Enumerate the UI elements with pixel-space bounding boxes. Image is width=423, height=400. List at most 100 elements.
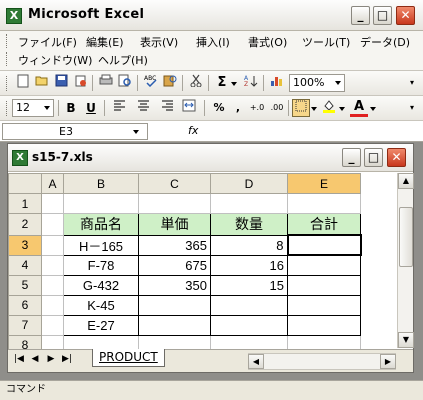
spelling-icon[interactable]: ABC bbox=[142, 74, 160, 92]
menu-edit[interactable]: 編集(E) bbox=[86, 34, 124, 50]
cell-d4[interactable]: 16 bbox=[210, 254, 288, 276]
cell-a4[interactable] bbox=[41, 254, 64, 276]
workbook-restore-button[interactable]: □ bbox=[364, 148, 383, 167]
next-sheet-icon[interactable]: ▶ bbox=[46, 354, 56, 364]
align-center-icon[interactable] bbox=[134, 99, 152, 117]
sort-ascending-icon[interactable]: AZ bbox=[242, 74, 260, 92]
open-icon[interactable] bbox=[33, 74, 51, 92]
cell-c5[interactable]: 350 bbox=[138, 274, 211, 296]
cell-c6[interactable] bbox=[138, 294, 211, 316]
cell-e7[interactable] bbox=[287, 314, 361, 336]
borders-icon[interactable] bbox=[292, 99, 310, 117]
scroll-up-icon[interactable]: ▲ bbox=[398, 173, 414, 189]
sheet-tab-product[interactable]: PRODUCT bbox=[92, 349, 165, 367]
scroll-right-icon[interactable]: ▶ bbox=[380, 354, 396, 369]
save-icon[interactable] bbox=[52, 74, 70, 92]
column-header-c[interactable]: C bbox=[138, 173, 211, 194]
menu-grip-2[interactable] bbox=[6, 52, 9, 66]
menu-view[interactable]: 表示(V) bbox=[140, 34, 178, 50]
cell-d1[interactable] bbox=[210, 193, 288, 214]
row-header[interactable]: 7 bbox=[8, 314, 42, 336]
cell-b7[interactable]: E-27 bbox=[63, 314, 139, 336]
borders-dropdown[interactable] bbox=[310, 99, 318, 117]
menu-data[interactable]: データ(D) bbox=[360, 34, 410, 50]
formula-input[interactable] bbox=[206, 123, 420, 140]
column-header-a[interactable]: A bbox=[41, 173, 64, 194]
workbook-close-button[interactable]: ✕ bbox=[387, 148, 406, 167]
cell-a3[interactable] bbox=[41, 234, 64, 256]
row-header[interactable]: 2 bbox=[8, 213, 42, 236]
fill-color-dropdown[interactable] bbox=[338, 99, 346, 117]
cell-c4[interactable]: 675 bbox=[138, 254, 211, 276]
cell-b2[interactable]: 商品名 bbox=[63, 213, 139, 236]
autosum-dropdown[interactable] bbox=[230, 74, 238, 92]
cell-e4[interactable] bbox=[287, 254, 361, 276]
cell-e2[interactable]: 合計 bbox=[287, 213, 361, 236]
name-box-dropdown-icon[interactable] bbox=[133, 130, 139, 134]
menu-format[interactable]: 書式(O) bbox=[248, 34, 287, 50]
toolbar-options-icon[interactable]: ▾ bbox=[405, 99, 419, 117]
workbook-minimize-button[interactable]: _ bbox=[342, 148, 361, 167]
cell-a1[interactable] bbox=[41, 193, 64, 214]
scroll-down-icon[interactable]: ▼ bbox=[398, 332, 414, 348]
fill-color-icon[interactable] bbox=[320, 99, 338, 117]
column-header-e[interactable]: E bbox=[287, 173, 361, 194]
cell-b6[interactable]: K-45 bbox=[63, 294, 139, 316]
minimize-button[interactable]: _ bbox=[351, 6, 370, 25]
autosum-icon[interactable]: Σ bbox=[213, 74, 231, 92]
cell-b5[interactable]: G-432 bbox=[63, 274, 139, 296]
toolbar-options-icon[interactable]: ▾ bbox=[405, 74, 419, 92]
menu-file[interactable]: ファイル(F) bbox=[18, 34, 77, 50]
maximize-button[interactable]: □ bbox=[373, 6, 392, 25]
vertical-scroll-thumb[interactable] bbox=[399, 207, 413, 267]
select-all-corner[interactable] bbox=[8, 173, 42, 194]
zoom-dropdown-icon[interactable] bbox=[335, 81, 341, 85]
cell-c1[interactable] bbox=[138, 193, 211, 214]
close-button[interactable]: ✕ bbox=[396, 6, 415, 25]
comma-style-button[interactable]: , bbox=[229, 99, 247, 117]
prev-sheet-icon[interactable]: ◀ bbox=[30, 354, 40, 364]
cell-c3[interactable]: 365 bbox=[138, 234, 211, 256]
row-header[interactable]: 6 bbox=[8, 294, 42, 316]
column-header-d[interactable]: D bbox=[210, 173, 288, 194]
cell-b3[interactable]: H－165 bbox=[63, 234, 139, 256]
cell-a2[interactable] bbox=[41, 213, 64, 236]
row-header[interactable]: 3 bbox=[8, 234, 42, 256]
cell-d5[interactable]: 15 bbox=[210, 274, 288, 296]
new-icon[interactable] bbox=[14, 74, 32, 92]
cell-b1[interactable] bbox=[63, 193, 139, 214]
name-box[interactable]: E3 bbox=[2, 123, 148, 140]
menu-tools[interactable]: ツール(T) bbox=[302, 34, 350, 50]
percent-style-button[interactable]: % bbox=[210, 99, 228, 117]
cell-a6[interactable] bbox=[41, 294, 64, 316]
zoom-box[interactable]: 100% bbox=[289, 74, 345, 92]
cell-a5[interactable] bbox=[41, 274, 64, 296]
font-color-button[interactable]: A bbox=[350, 99, 368, 117]
chart-wizard-icon[interactable] bbox=[268, 74, 286, 92]
last-sheet-icon[interactable]: ▶| bbox=[62, 354, 72, 364]
cell-e1[interactable] bbox=[287, 193, 361, 214]
font-size-dropdown-icon[interactable] bbox=[44, 106, 50, 110]
row-header[interactable]: 5 bbox=[8, 274, 42, 296]
menu-grip[interactable] bbox=[6, 34, 9, 48]
increase-decimal-button[interactable]: +.0 bbox=[248, 99, 266, 117]
decrease-decimal-button[interactable]: .00 bbox=[268, 99, 286, 117]
cell-a7[interactable] bbox=[41, 314, 64, 336]
row-header[interactable]: 4 bbox=[8, 254, 42, 276]
cell-e5[interactable] bbox=[287, 274, 361, 296]
menu-insert[interactable]: 挿入(I) bbox=[196, 34, 230, 50]
cell-b4[interactable]: F-78 bbox=[63, 254, 139, 276]
column-header-b[interactable]: B bbox=[63, 173, 139, 194]
row-header[interactable]: 1 bbox=[8, 193, 42, 214]
horizontal-scrollbar[interactable]: ◀ ▶ bbox=[248, 353, 396, 370]
excel-app-icon[interactable]: X bbox=[6, 8, 22, 24]
toolbar-grip[interactable] bbox=[6, 101, 9, 116]
cell-e3-active[interactable] bbox=[286, 234, 362, 256]
insert-function-icon[interactable]: fx bbox=[188, 124, 198, 137]
cell-d3[interactable]: 8 bbox=[210, 234, 288, 256]
cut-icon[interactable] bbox=[187, 74, 205, 92]
toolbar-grip[interactable] bbox=[6, 76, 9, 91]
print-icon[interactable] bbox=[97, 74, 115, 92]
cell-d6[interactable] bbox=[210, 294, 288, 316]
font-size-box[interactable]: 12 bbox=[12, 99, 54, 117]
